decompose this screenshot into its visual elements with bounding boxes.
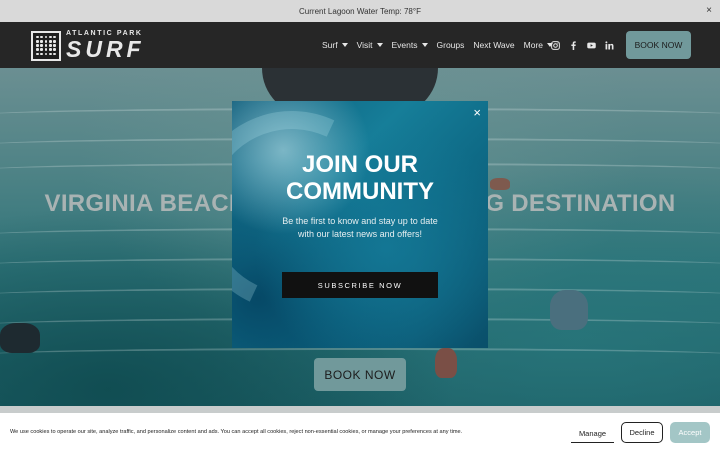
- announcement-text: Current Lagoon Water Temp: 78°F: [299, 6, 421, 16]
- announcement-bar: Current Lagoon Water Temp: 78°F ×: [0, 0, 720, 22]
- cookie-banner-text: We use cookies to operate our site, anal…: [10, 429, 463, 435]
- nav-item-next-wave[interactable]: Next Wave: [473, 40, 514, 50]
- facebook-icon[interactable]: [569, 40, 578, 50]
- modal-title: JOIN OUR COMMUNITY: [232, 151, 488, 205]
- instagram-icon[interactable]: [551, 40, 560, 50]
- nav-item-visit[interactable]: Visit: [357, 40, 383, 50]
- surfer-image: [435, 348, 457, 378]
- nav-item-label: Events: [391, 40, 418, 50]
- modal-title-line: COMMUNITY: [286, 178, 434, 205]
- header-book-now-button[interactable]: BOOK NOW: [626, 31, 691, 59]
- surfer-image: [0, 323, 40, 353]
- announcement-close-button[interactable]: ×: [706, 4, 712, 18]
- nav-item-surf[interactable]: Surf: [322, 40, 348, 50]
- youtube-icon[interactable]: [587, 41, 596, 50]
- nav-item-label: More: [523, 40, 544, 50]
- site-header: ATLANTIC PARK SURF Surf Visit Events Gro…: [0, 22, 720, 68]
- nav-item-label: Next Wave: [473, 40, 515, 50]
- logo-main-text: SURF: [66, 36, 145, 62]
- nav-item-label: Surf: [322, 40, 338, 50]
- nav-item-label: Groups: [436, 40, 465, 50]
- cookie-decline-button[interactable]: Decline: [621, 422, 663, 443]
- nav-item-label: Visit: [356, 40, 373, 50]
- newsletter-modal: × JOIN OUR COMMUNITY Be the first to kno…: [232, 101, 488, 348]
- modal-close-button[interactable]: ×: [473, 106, 481, 120]
- nav-item-more[interactable]: More: [523, 40, 554, 50]
- nav-item-events[interactable]: Events: [392, 40, 428, 50]
- cookie-banner: We use cookies to operate our site, anal…: [0, 413, 720, 450]
- social-links: [551, 22, 614, 68]
- cookie-accept-button[interactable]: Accept: [670, 422, 710, 443]
- nav-item-groups[interactable]: Groups: [437, 40, 465, 50]
- cookie-manage-button[interactable]: Manage: [571, 424, 614, 443]
- logo-wordmark: ATLANTIC PARK SURF: [66, 30, 145, 61]
- site-logo[interactable]: ATLANTIC PARK SURF: [31, 30, 145, 61]
- caret-down-icon: [376, 43, 383, 47]
- linkedin-icon[interactable]: [605, 40, 614, 50]
- modal-title-line: JOIN OUR: [301, 151, 418, 178]
- surfer-image: [490, 178, 510, 190]
- modal-body-text: Be the first to know and stay up to date…: [282, 216, 438, 239]
- caret-down-icon: [341, 43, 348, 47]
- main-nav: Surf Visit Events Groups Next Wave More: [322, 22, 554, 68]
- logo-mark-icon: [31, 30, 61, 61]
- caret-down-icon: [421, 43, 428, 47]
- hero-book-now-button[interactable]: BOOK NOW: [314, 358, 406, 391]
- subscribe-now-button[interactable]: SUBSCRIBE NOW: [282, 272, 438, 298]
- surfer-image: [550, 290, 588, 330]
